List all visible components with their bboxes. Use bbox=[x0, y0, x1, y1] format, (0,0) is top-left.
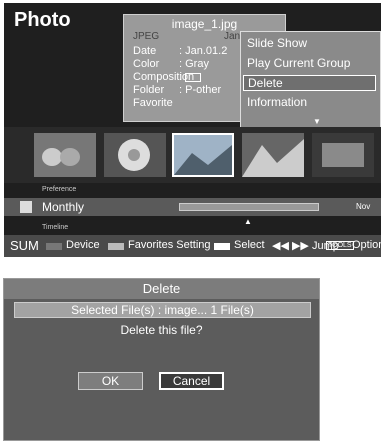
thumbnail-image bbox=[34, 133, 96, 177]
thumbnail-selected[interactable] bbox=[172, 133, 234, 177]
selected-files-info: Selected File(s) : image... 1 File(s) bbox=[14, 302, 311, 318]
info-label: Color bbox=[133, 58, 160, 70]
device-button[interactable]: Device bbox=[66, 239, 100, 251]
favorites-setting-button[interactable]: Favorites Setting bbox=[128, 239, 211, 251]
menu-item-slide-show[interactable]: Slide Show bbox=[247, 36, 307, 50]
thumbnail[interactable] bbox=[242, 133, 304, 177]
bottom-help-bar: SUM Device Favorites Setting Select ◀◀ ▶… bbox=[4, 235, 381, 257]
file-name: image_1.jpg bbox=[171, 17, 238, 31]
thumbnail[interactable] bbox=[104, 133, 166, 177]
timeline-label: Timeline bbox=[42, 224, 69, 231]
menu-item-information[interactable]: Information bbox=[247, 95, 307, 109]
thumbnail[interactable] bbox=[312, 133, 374, 177]
sum-label: SUM bbox=[10, 238, 39, 253]
info-value: : Jan.01.2 bbox=[179, 45, 228, 57]
menu-item-play-current-group[interactable]: Play Current Group bbox=[247, 56, 350, 70]
delete-dialog: Delete Selected File(s) : image... 1 Fil… bbox=[3, 278, 320, 441]
scroll-down-icon[interactable]: ▼ bbox=[313, 117, 321, 126]
info-value: : P-other bbox=[179, 84, 222, 96]
timeline-end-label: Nov bbox=[356, 202, 371, 211]
info-label: Date bbox=[133, 45, 157, 57]
timeline-track[interactable] bbox=[179, 203, 319, 211]
timeline-bar: Monthly Nov bbox=[4, 198, 381, 216]
thumbnail-image bbox=[104, 133, 166, 177]
thumbnail-strip bbox=[4, 127, 381, 183]
ok-button[interactable]: OK bbox=[78, 372, 143, 390]
calendar-icon bbox=[20, 201, 32, 213]
delete-question: Delete this file? bbox=[120, 323, 203, 337]
info-value: : Gray bbox=[179, 58, 209, 70]
tools-icon: TOOLS bbox=[326, 241, 354, 250]
info-row-folder: Folder : P-other bbox=[133, 84, 221, 96]
info-row-favorite: Favorite bbox=[133, 97, 173, 109]
file-type: JPEG bbox=[133, 31, 160, 42]
page-title: Photo bbox=[14, 9, 71, 31]
timeline-marker-icon: ▲ bbox=[244, 217, 252, 226]
info-row-composition: Composition : bbox=[133, 71, 202, 83]
composition-icon bbox=[185, 72, 202, 82]
thumbnail[interactable] bbox=[34, 133, 96, 177]
option-button[interactable]: Option bbox=[352, 239, 381, 251]
thumbnail-image bbox=[312, 133, 374, 177]
timeline-mode[interactable]: Monthly bbox=[42, 200, 84, 214]
thumbnail-image bbox=[174, 135, 232, 175]
device-chip-icon bbox=[46, 243, 62, 250]
option-menu: Slide Show Play Current Group Delete Inf… bbox=[240, 31, 381, 129]
info-row-color: Color : Gray bbox=[133, 58, 209, 70]
cancel-button[interactable]: Cancel bbox=[159, 372, 224, 390]
preference-label: Preference bbox=[42, 186, 77, 193]
select-button[interactable]: Select bbox=[234, 239, 265, 251]
info-label: Favorite bbox=[133, 97, 173, 109]
photo-screen: Photo image_1.jpg JPEG Jan.01.2 Date : J… bbox=[4, 3, 381, 257]
favorites-chip-icon bbox=[108, 243, 124, 250]
thumbnail-image bbox=[242, 133, 304, 177]
info-row-date: Date : Jan.01.2 bbox=[133, 45, 227, 57]
info-label: Folder bbox=[133, 84, 165, 96]
select-chip-icon bbox=[214, 243, 230, 250]
menu-item-delete[interactable]: Delete bbox=[243, 75, 376, 91]
dialog-title: Delete bbox=[142, 281, 181, 296]
